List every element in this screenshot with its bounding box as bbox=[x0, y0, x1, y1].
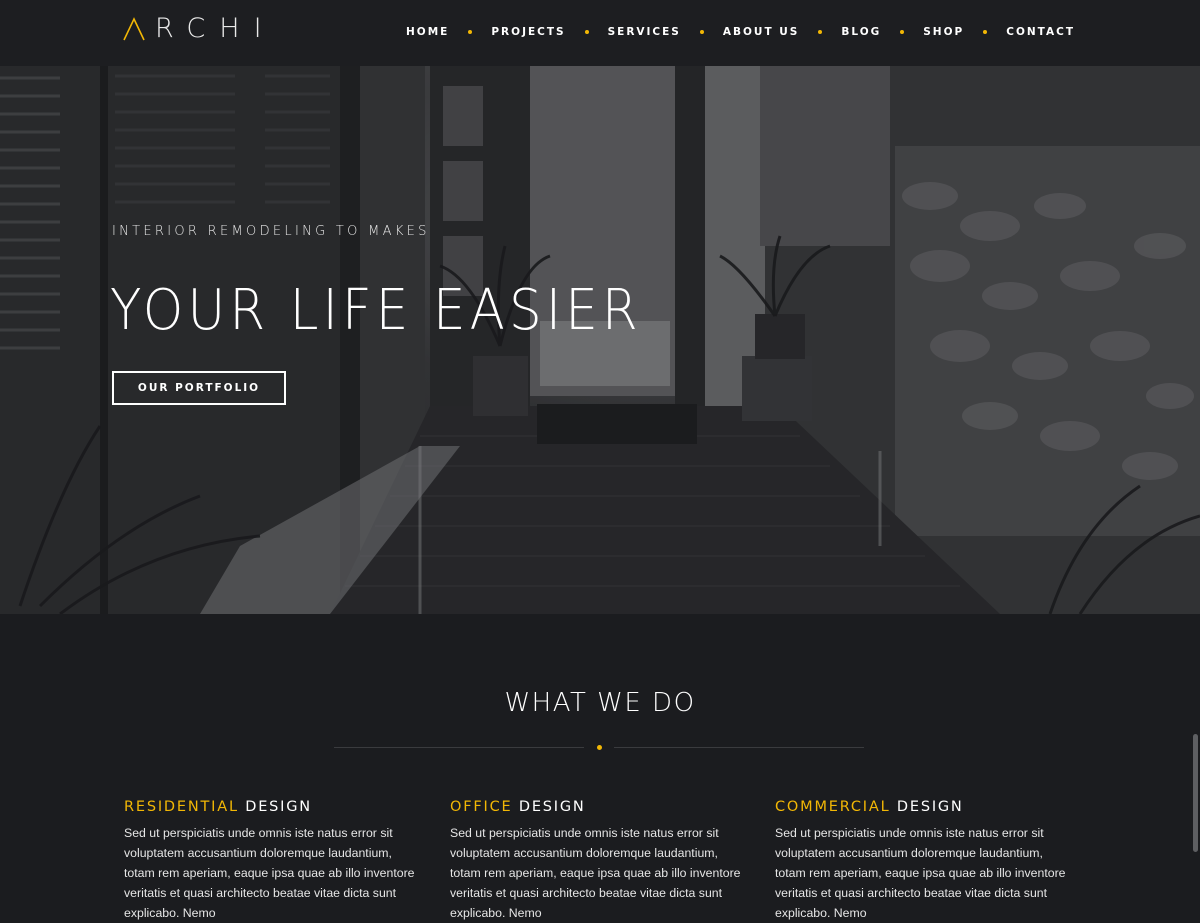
nav-separator-dot bbox=[584, 30, 589, 34]
service-description: Sed ut perspiciatis unde omnis iste natu… bbox=[775, 826, 1066, 920]
page-scrollbar[interactable] bbox=[1193, 734, 1198, 852]
nav-item-blog[interactable]: BLOG bbox=[841, 26, 881, 38]
service-heading-rest: DESIGN bbox=[512, 799, 586, 815]
service-column-office: OFFICE DESIGN Sed ut perspiciatis unde o… bbox=[450, 799, 750, 923]
logo-text: RCHI bbox=[155, 13, 276, 44]
nav-item-about-us[interactable]: ABOUT US bbox=[723, 26, 800, 38]
nav-item-home[interactable]: HOME bbox=[406, 26, 449, 38]
service-heading-rest: DESIGN bbox=[238, 799, 312, 815]
nav-item-projects[interactable]: PROJECTS bbox=[491, 26, 565, 38]
nav-separator-dot bbox=[818, 30, 823, 34]
nav-item-shop[interactable]: SHOP bbox=[923, 26, 964, 38]
divider-line-left bbox=[334, 747, 584, 748]
service-column-residential: RESIDENTIAL DESIGN Sed ut perspiciatis u… bbox=[124, 799, 424, 923]
service-heading: RESIDENTIAL DESIGN bbox=[124, 799, 424, 815]
logo[interactable]: RCHI bbox=[123, 15, 276, 43]
site-header: RCHI HOME PROJECTS SERVICES ABOUT US BLO… bbox=[0, 0, 1200, 66]
service-heading-accent: COMMERCIAL bbox=[775, 799, 891, 815]
service-heading: COMMERCIAL DESIGN bbox=[775, 799, 1075, 815]
nav-separator-dot bbox=[900, 30, 905, 34]
logo-a-icon bbox=[123, 17, 145, 41]
service-heading-rest: DESIGN bbox=[890, 799, 964, 815]
hero-title: YOUR LIFE EASIER bbox=[110, 278, 642, 343]
section-title: WHAT WE DO bbox=[504, 688, 696, 718]
service-description: Sed ut perspiciatis unde omnis iste natu… bbox=[124, 826, 415, 920]
service-heading: OFFICE DESIGN bbox=[450, 799, 750, 815]
nav-separator-dot bbox=[983, 30, 988, 34]
hero-subtitle: INTERIOR REMODELING TO MAKES bbox=[112, 224, 430, 239]
nav-separator-dot bbox=[468, 30, 473, 34]
section-divider bbox=[334, 745, 864, 750]
divider-dot bbox=[597, 745, 602, 750]
nav-separator-dot bbox=[699, 30, 704, 34]
nav-item-services[interactable]: SERVICES bbox=[608, 26, 681, 38]
service-heading-accent: OFFICE bbox=[450, 799, 513, 815]
service-heading-accent: RESIDENTIAL bbox=[124, 799, 239, 815]
hero-banner: INTERIOR REMODELING TO MAKES YOUR LIFE E… bbox=[0, 66, 1200, 614]
divider-line-right bbox=[614, 747, 864, 748]
nav-item-contact[interactable]: CONTACT bbox=[1006, 26, 1075, 38]
service-column-commercial: COMMERCIAL DESIGN Sed ut perspiciatis un… bbox=[775, 799, 1075, 923]
portfolio-button[interactable]: OUR PORTFOLIO bbox=[112, 371, 286, 405]
service-description: Sed ut perspiciatis unde omnis iste natu… bbox=[450, 826, 741, 920]
main-nav: HOME PROJECTS SERVICES ABOUT US BLOG SHO… bbox=[406, 26, 1075, 38]
